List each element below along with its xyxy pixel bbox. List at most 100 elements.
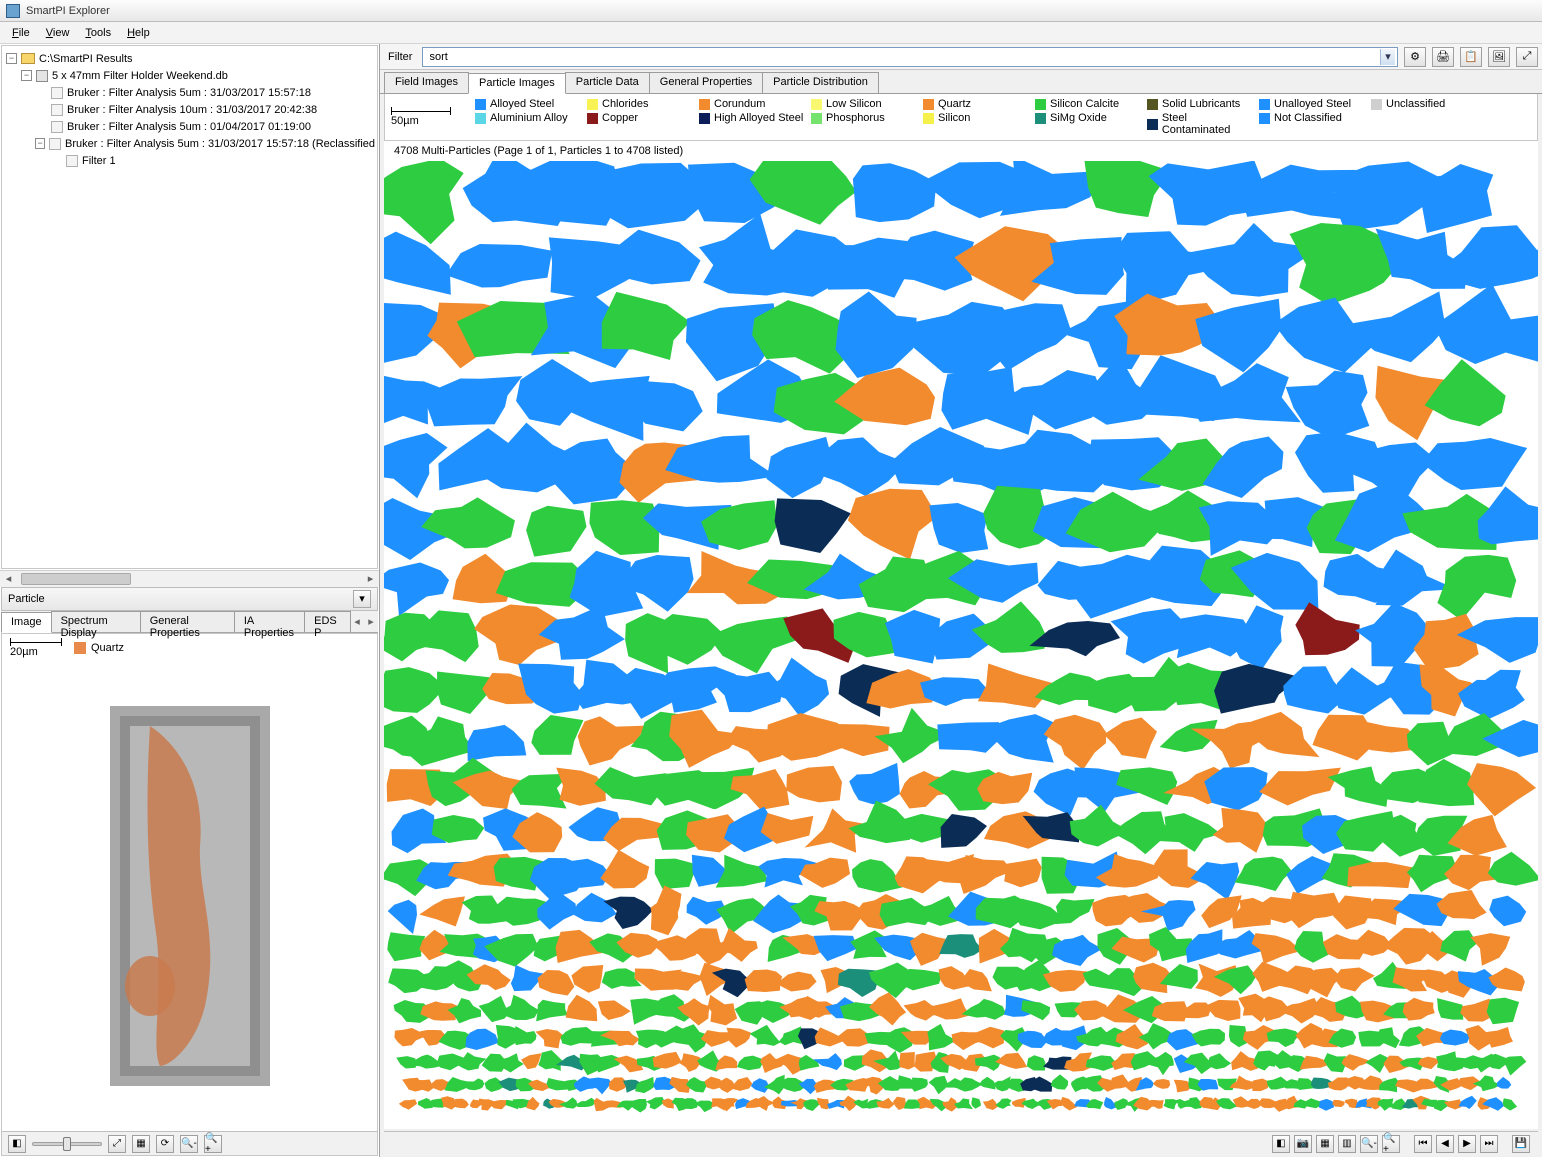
tree-item[interactable]: Bruker : Filter Analysis 5um : 31/03/201… <box>65 138 375 150</box>
tree-root-label[interactable]: C:\SmartPI Results <box>39 53 133 65</box>
main-bottom-toolbar: ◧ 📷 ▦ ▥ 🔍- 🔍+ ⏮ ◀ ▶ ⏭ 💾 <box>384 1131 1538 1155</box>
legend-swatch <box>811 113 822 124</box>
nav-last-button[interactable]: ⏭ <box>1480 1135 1498 1153</box>
legend-swatch <box>1259 99 1270 110</box>
legend-item[interactable]: Quartz <box>923 98 1033 110</box>
legend-item[interactable]: Chlorides <box>587 98 697 110</box>
filter-select[interactable]: sort ▾ <box>422 47 1398 67</box>
legend-item[interactable]: Solid Lubricants <box>1147 98 1257 110</box>
legend-swatch <box>1035 99 1046 110</box>
toolbar-button[interactable]: ⚙ <box>1404 47 1426 67</box>
legend-label: Corundum <box>714 98 765 110</box>
tree-toggle[interactable]: − <box>35 138 46 149</box>
zoom-out-button[interactable]: 🔍- <box>1360 1135 1378 1153</box>
legend-label: Solid Lubricants <box>1162 98 1240 110</box>
scroll-thumb[interactable] <box>21 573 131 585</box>
tree-toggle[interactable]: − <box>6 53 17 64</box>
window-titlebar: SmartPI Explorer <box>0 0 1542 22</box>
legend-item[interactable]: Copper <box>587 112 697 124</box>
main-tabs: Field Images Particle Images Particle Da… <box>380 70 1542 94</box>
analysis-icon <box>51 121 63 133</box>
legend-item[interactable]: Silicon <box>923 112 1033 124</box>
legend-label: Steel Contaminated <box>1162 112 1257 136</box>
results-tree[interactable]: −C:\SmartPI Results −5 x 47mm Filter Hol… <box>1 45 378 569</box>
tree-item[interactable]: Bruker : Filter Analysis 10um : 31/03/20… <box>67 104 317 116</box>
camera-button[interactable]: 📷 <box>1294 1135 1312 1153</box>
legend-swatch <box>699 99 710 110</box>
legend-item[interactable]: Silicon Calcite <box>1035 98 1145 110</box>
menu-help[interactable]: Help <box>119 25 158 41</box>
tab-eds-p[interactable]: EDS P <box>304 611 351 632</box>
legend-item[interactable]: SiMg Oxide <box>1035 112 1145 124</box>
legend-label: Unalloyed Steel <box>1274 98 1351 110</box>
tab-general-properties[interactable]: General Properties <box>140 611 235 632</box>
nav-next-button[interactable]: ▶ <box>1458 1135 1476 1153</box>
legend-item[interactable]: Unclassified <box>1371 98 1481 110</box>
tree-leaf[interactable]: Filter 1 <box>82 155 116 167</box>
legend-item[interactable]: High Alloyed Steel <box>699 112 809 124</box>
tab-scroll-right[interactable]: ▸ <box>364 615 378 628</box>
particle-detail-image <box>2 662 377 1132</box>
tree-item[interactable]: Bruker : Filter Analysis 5um : 31/03/201… <box>67 87 311 99</box>
tab-field-images[interactable]: Field Images <box>384 72 469 93</box>
tool-button[interactable]: ▦ <box>132 1135 150 1153</box>
particle-grid-display[interactable] <box>384 161 1538 1129</box>
particle-tabs: Image Spectrum Display General Propertie… <box>1 611 378 633</box>
tab-particle-distribution[interactable]: Particle Distribution <box>762 72 879 93</box>
legend-swatch <box>923 99 934 110</box>
legend-item[interactable]: Steel Contaminated <box>1147 112 1257 136</box>
filter-toolbar: Filter sort ▾ ⚙ 🖨 📋 🖼 ⤢ <box>380 44 1542 70</box>
tree-item[interactable]: Bruker : Filter Analysis 5um : 01/04/201… <box>67 121 311 133</box>
legend-item[interactable]: Unalloyed Steel <box>1259 98 1369 110</box>
image-button[interactable]: 🖼 <box>1488 47 1510 67</box>
copy-button[interactable]: 📋 <box>1460 47 1482 67</box>
legend-item[interactable]: Alloyed Steel <box>475 98 585 110</box>
menu-file[interactable]: File <box>4 25 38 41</box>
legend-item[interactable]: Corundum <box>699 98 809 110</box>
tree-toggle[interactable]: − <box>21 70 32 81</box>
grid-button[interactable]: ▦ <box>1316 1135 1334 1153</box>
legend-item[interactable]: Not Classified <box>1259 112 1369 124</box>
legend-item[interactable]: Phosphorus <box>811 112 921 124</box>
legend-item[interactable]: Low Silicon <box>811 98 921 110</box>
legend-swatch <box>1259 113 1270 124</box>
legend-label: Copper <box>602 112 638 124</box>
tab-image[interactable]: Image <box>1 612 52 633</box>
nav-first-button[interactable]: ⏮ <box>1414 1135 1432 1153</box>
legend-label: SiMg Oxide <box>1050 112 1107 124</box>
analysis-icon <box>51 87 63 99</box>
expand-button[interactable]: ⤢ <box>1516 47 1538 67</box>
zoom-slider[interactable] <box>32 1142 102 1146</box>
legend-label: Quartz <box>938 98 971 110</box>
zoom-out-button[interactable]: 🔍- <box>180 1135 198 1153</box>
legend-item[interactable]: Aluminium Alloy <box>475 112 585 124</box>
tool-button[interactable]: ◧ <box>8 1135 26 1153</box>
tab-scroll-left[interactable]: ◂ <box>350 615 364 628</box>
grid-alt-button[interactable]: ▥ <box>1338 1135 1356 1153</box>
tool-button[interactable]: ⟳ <box>156 1135 174 1153</box>
tab-general-properties-main[interactable]: General Properties <box>649 72 763 93</box>
tool-button[interactable]: ◧ <box>1272 1135 1290 1153</box>
tab-ia-properties[interactable]: IA Properties <box>234 611 305 632</box>
scroll-left-arrow[interactable]: ◂ <box>0 571 17 586</box>
print-button[interactable]: 🖨 <box>1432 47 1454 67</box>
tree-db-label[interactable]: 5 x 47mm Filter Holder Weekend.db <box>52 70 228 82</box>
tab-particle-images[interactable]: Particle Images <box>468 73 566 94</box>
legend-swatch <box>475 99 486 110</box>
zoom-slider-thumb[interactable] <box>63 1137 71 1151</box>
left-panel: −C:\SmartPI Results −5 x 47mm Filter Hol… <box>0 44 380 1157</box>
tool-button[interactable]: ⤢ <box>108 1135 126 1153</box>
zoom-in-button[interactable]: 🔍+ <box>204 1135 222 1153</box>
tree-h-scrollbar[interactable]: ◂ ▸ <box>0 570 379 587</box>
menu-view[interactable]: View <box>38 25 78 41</box>
tab-particle-data[interactable]: Particle Data <box>565 72 650 93</box>
legend-swatch <box>587 113 598 124</box>
tab-spectrum-display[interactable]: Spectrum Display <box>51 611 141 632</box>
nav-prev-button[interactable]: ◀ <box>1436 1135 1454 1153</box>
save-button[interactable]: 💾 <box>1512 1135 1530 1153</box>
particle-panel-dropdown-button[interactable]: ▾ <box>353 590 371 608</box>
menu-tools[interactable]: Tools <box>77 25 119 41</box>
scroll-right-arrow[interactable]: ▸ <box>362 571 379 586</box>
zoom-in-button[interactable]: 🔍+ <box>1382 1135 1400 1153</box>
legend-label: Chlorides <box>602 98 648 110</box>
